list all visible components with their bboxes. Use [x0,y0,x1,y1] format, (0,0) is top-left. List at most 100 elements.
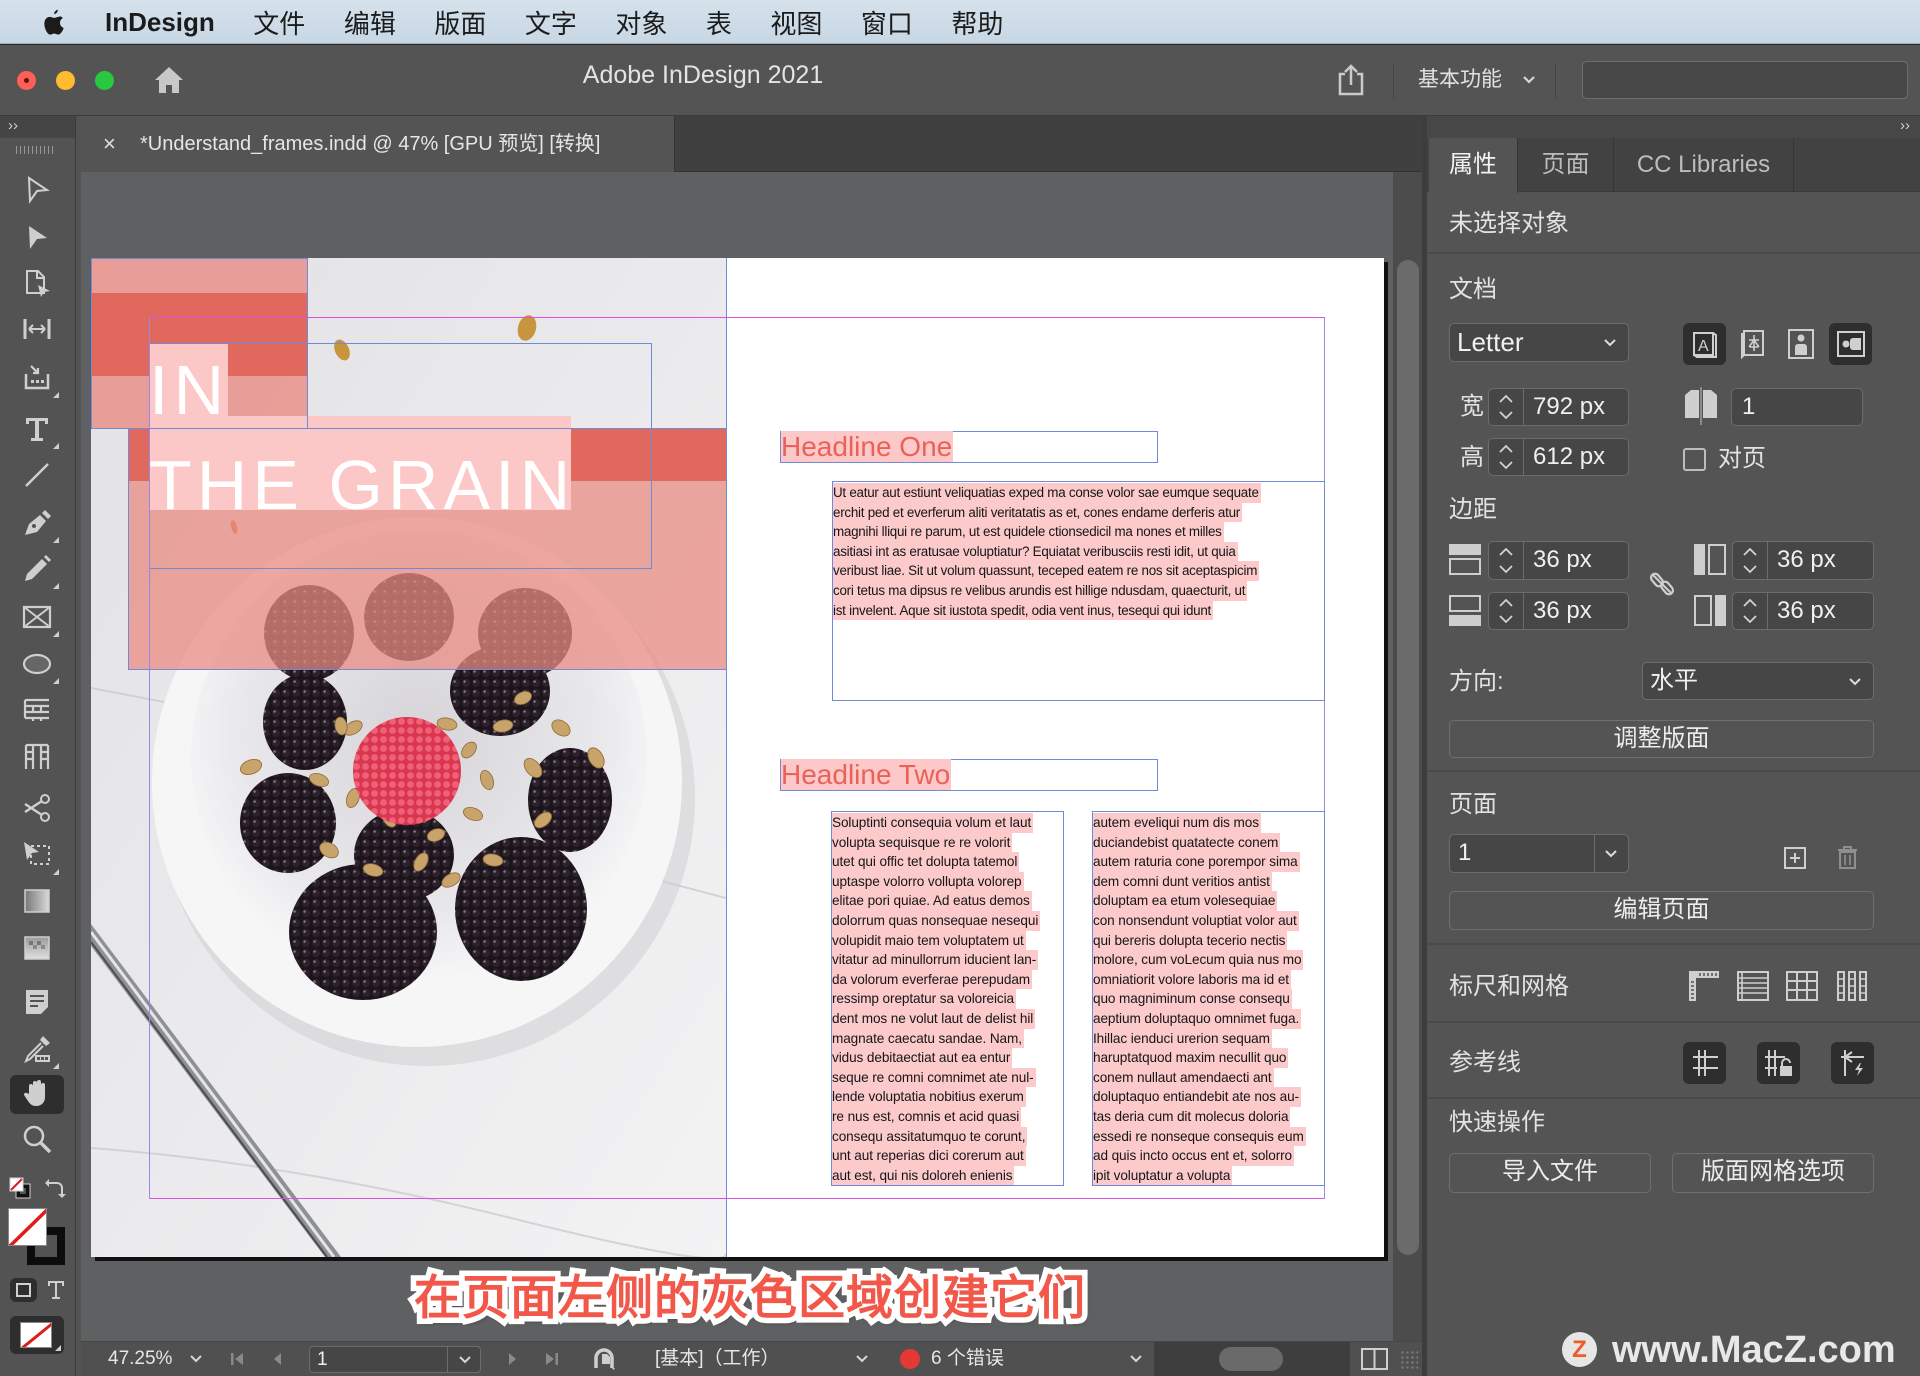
split-window-icon[interactable] [1361,1348,1388,1370]
page-number-value[interactable]: 1 [317,1347,328,1372]
chevron-down-icon[interactable] [1603,848,1619,860]
hand-tool-button[interactable] [21,1077,53,1109]
last-page-icon[interactable] [544,1351,560,1367]
landscape-orientation-button[interactable] [1829,323,1872,365]
workspace-switcher[interactable]: 基本功能 [1418,65,1502,95]
previous-page-icon[interactable] [271,1351,283,1367]
pen-tool-button[interactable] [21,507,59,543]
binding-value[interactable]: 水平 [1650,663,1698,699]
document-grid-icon[interactable] [1786,970,1818,1002]
fill-stroke-swatches[interactable] [8,1208,66,1266]
layout-grid-icon[interactable] [1836,970,1868,1002]
zoom-level[interactable]: 47.25% [108,1342,172,1376]
preflight-profile[interactable]: [基本]（工作） [655,1342,780,1376]
fill-swatch[interactable] [8,1208,47,1246]
margin-top-value[interactable]: 36 px [1533,542,1592,578]
direct-selection-tool-button[interactable] [21,222,53,254]
workspace-chevron-icon[interactable] [1521,72,1537,88]
height-stepper[interactable] [1489,439,1524,475]
smart-guides-button[interactable] [1831,1042,1874,1084]
adjust-layout-button[interactable]: 调整版面 [1449,720,1874,758]
selection-tool-button[interactable] [21,174,53,206]
page-height-value[interactable]: 612 px [1533,439,1605,475]
vertical-text-button[interactable] [1740,328,1768,360]
horizontal-text-button[interactable]: A [1683,323,1726,365]
share-button[interactable] [1335,63,1367,97]
binding-dropdown[interactable]: 水平 [1642,662,1874,700]
page-count-value[interactable]: 1 [1742,389,1755,425]
swap-fill-stroke-button[interactable] [44,1177,66,1199]
apple-logo-icon[interactable] [41,7,67,37]
margin-right-value[interactable]: 36 px [1777,593,1836,629]
menu-object[interactable]: 对象 [615,4,667,41]
margin-bottom-stepper[interactable] [1489,593,1524,629]
document-tab-title[interactable]: *Understand_frames.indd @ 47% [GPU 预览] [… [140,130,600,158]
add-page-icon[interactable] [1784,847,1806,869]
margin-left-stepper[interactable] [1733,542,1768,579]
width-stepper[interactable] [1489,389,1524,425]
rectangle-frame-tool-button[interactable] [21,601,59,637]
ruler-icon[interactable] [1688,970,1720,1002]
facing-pages-checkbox[interactable] [1683,448,1706,471]
menu-help[interactable]: 帮助 [951,4,1003,41]
gradient-feather-tool-button[interactable] [21,932,53,964]
preflight-errors[interactable]: 6 个错误 [931,1342,1004,1376]
current-page-value[interactable]: 1 [1458,835,1471,871]
scissors-tool-button[interactable] [21,792,53,824]
vertical-scrollbar-thumb[interactable] [1397,260,1419,1255]
margin-bottom-value[interactable]: 36 px [1533,593,1592,629]
margin-top-stepper[interactable] [1489,542,1524,579]
menu-layout[interactable]: 版面 [434,4,486,41]
baseline-grid-icon[interactable] [1737,970,1769,1002]
menu-window[interactable]: 窗口 [861,4,913,41]
margin-top-field[interactable]: 36 px [1488,541,1629,580]
page-number-field[interactable]: 1 [309,1346,481,1373]
page-tool-button[interactable] [21,267,53,299]
preflight-icon[interactable] [592,1348,618,1372]
margin-left-field[interactable]: 36 px [1732,541,1874,580]
type-tool-button[interactable] [21,413,59,449]
menu-file[interactable]: 文件 [253,4,305,41]
free-transform-tool-button[interactable] [21,839,59,875]
menu-app-name[interactable]: InDesign [105,7,215,38]
current-page-dropdown[interactable]: 1 [1449,834,1629,873]
gap-tool-button[interactable] [21,313,53,345]
profile-chevron-icon[interactable] [855,1353,869,1365]
search-input[interactable] [1582,61,1908,99]
default-fill-stroke-button[interactable] [8,1176,32,1200]
show-guides-button[interactable] [1683,1042,1726,1084]
import-file-button[interactable]: 导入文件 [1449,1153,1651,1193]
pencil-tool-button[interactable] [21,553,59,589]
edit-page-button[interactable]: 编辑页面 [1449,891,1874,930]
document-tab[interactable]: × *Understand_frames.indd @ 47% [GPU 预览]… [81,116,675,172]
layout-grid-options-button[interactable]: 版面网格选项 [1672,1153,1874,1193]
unlink-margins-icon[interactable] [1648,570,1676,598]
horizontal-scrollbar-thumb[interactable] [1219,1347,1283,1371]
margin-right-field[interactable]: 36 px [1732,592,1874,630]
ellipse-tool-button[interactable] [21,648,59,684]
document-preset-value[interactable]: Letter [1457,324,1524,360]
menu-view[interactable]: 视图 [770,4,822,41]
vertical-grid-tool-button[interactable] [21,741,53,773]
zoom-tool-button[interactable] [21,1123,53,1155]
margin-bottom-field[interactable]: 36 px [1488,592,1629,630]
resize-grip[interactable] [1400,1350,1418,1370]
close-tab-button[interactable]: × [103,130,116,158]
menu-table[interactable]: 表 [706,4,732,41]
page-dropdown-chevron-icon[interactable] [458,1354,472,1366]
errors-chevron-icon[interactable] [1129,1353,1143,1365]
tab-properties[interactable]: 属性 [1429,138,1518,193]
tools-collapse-button[interactable]: ›› [8,116,18,136]
line-tool-button[interactable] [21,459,53,491]
next-page-icon[interactable] [507,1351,519,1367]
document-preset-dropdown[interactable]: Letter [1449,323,1629,362]
eyedropper-tool-button[interactable] [21,1033,59,1069]
page-height-field[interactable]: 612 px [1488,438,1629,476]
tab-pages[interactable]: 页面 [1518,138,1614,192]
margin-left-value[interactable]: 36 px [1777,542,1836,578]
lock-guides-button[interactable] [1757,1042,1800,1084]
panel-collapse-button[interactable]: ›› [1900,116,1910,136]
gradient-swatch-tool-button[interactable] [21,885,53,917]
portrait-orientation-button[interactable] [1786,328,1816,360]
formatting-text-button[interactable] [46,1278,66,1302]
